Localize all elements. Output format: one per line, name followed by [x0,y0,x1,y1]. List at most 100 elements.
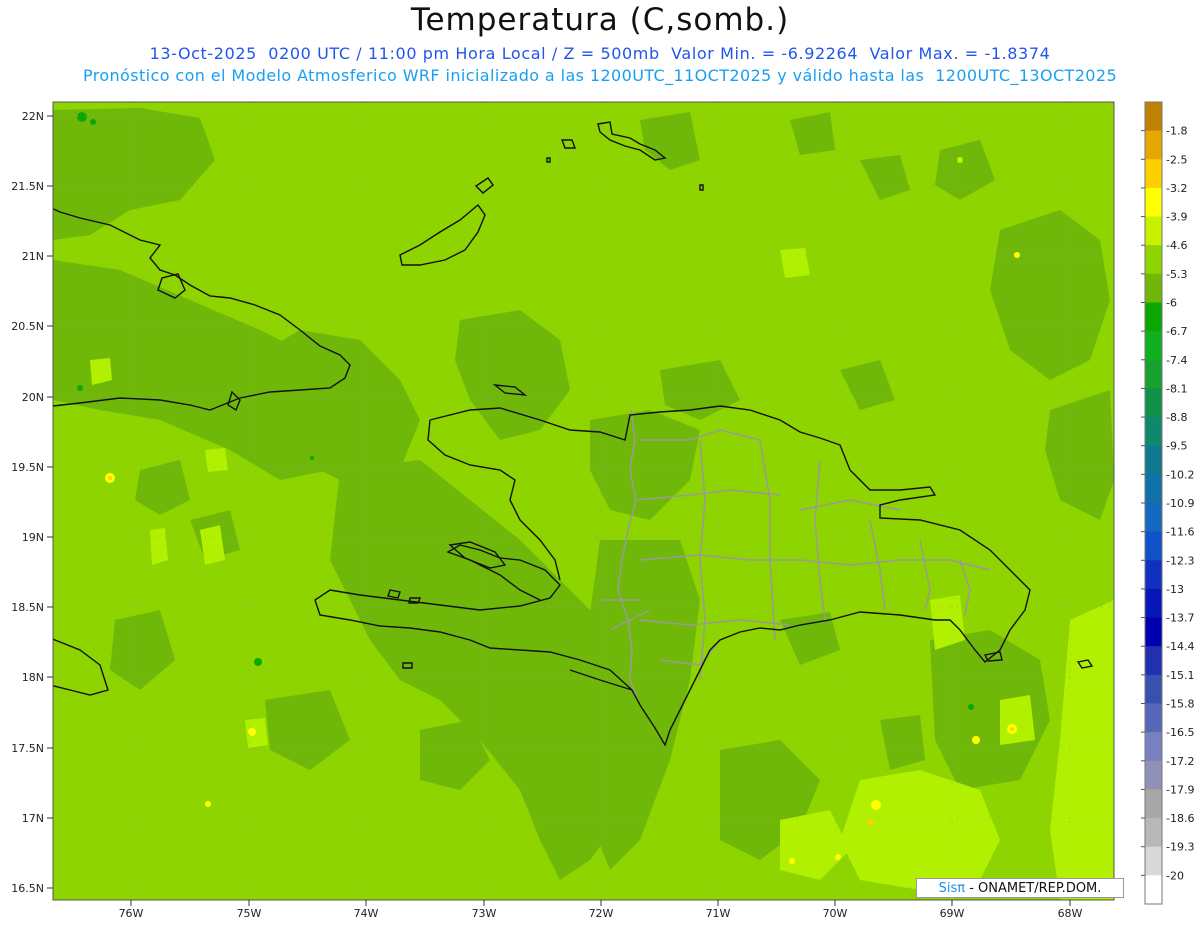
colorbar-label: -10.9 [1166,497,1194,510]
colorbar-label: -5.3 [1166,268,1187,281]
lon-tick: 74W [354,900,379,920]
svg-text:70W: 70W [823,907,848,920]
lon-tick: 69W [940,900,965,920]
credit-text: - ONAMET/REP.DOM. [965,881,1102,896]
lat-tick: 21.5N [11,180,53,193]
colorbar-swatch [1145,588,1162,619]
lat-tick: 20.5N [11,320,53,333]
colorbar-swatch [1145,273,1162,303]
lat-tick: 20N [22,391,53,404]
colorbar-label: -3.2 [1166,182,1187,195]
svg-text:18.5N: 18.5N [11,601,44,614]
lon-tick: 71W [706,900,731,920]
colorbar-label: -12.3 [1166,554,1194,567]
colorbar-swatch [1145,646,1162,676]
svg-text:19N: 19N [22,531,44,544]
colorbar-swatch [1145,216,1162,246]
colorbar-swatch [1145,875,1162,905]
colorbar-swatch [1145,159,1162,189]
lat-tick: 19N [22,531,53,544]
colorbar-label: -17.9 [1166,783,1194,796]
lon-tick: 70W [823,900,848,920]
lon-axis: 76W 75W 74W 73W 72W 71W 70W 69W 68W [119,900,1083,920]
colorbar-label: -6 [1166,297,1177,310]
lon-tick: 75W [237,900,262,920]
lat-tick: 18N [22,671,53,684]
colorbar-swatch [1145,818,1162,848]
colorbar-swatch [1145,331,1162,361]
lat-tick: 22N [22,110,53,123]
svg-text:71W: 71W [706,907,731,920]
svg-text:20N: 20N [22,391,44,404]
colorbar-swatch [1145,760,1162,790]
lon-tick: 73W [472,900,497,920]
colorbar-label: -10.2 [1166,468,1194,481]
svg-text:21.5N: 21.5N [11,180,44,193]
colorbar-label: -1.8 [1166,125,1187,138]
colorbar-swatch [1145,417,1162,447]
colorbar-swatch [1145,789,1162,819]
colorbar: -1.8 -2.5 -3.2 -3.9 -4.6 -5.3 -6 -6.7 -7.4 -8.1 -8… [1141,101,1194,905]
colorbar-label: -8.8 [1166,411,1187,424]
colorbar-label: -6.7 [1166,325,1187,338]
colorbar-swatch [1145,617,1162,647]
colorbar-swatch [1145,474,1162,504]
lat-tick: 21N [22,250,53,263]
colorbar-label: -3.9 [1166,211,1187,224]
colorbar-swatch [1145,503,1162,533]
colorbar-swatch [1145,130,1162,160]
colorbar-label: -9.5 [1166,440,1187,453]
svg-text:69W: 69W [940,907,965,920]
colorbar-label: -13 [1166,583,1184,596]
colorbar-label: -8.1 [1166,382,1187,395]
colorbar-swatch [1145,703,1162,733]
colorbar-swatch [1145,846,1162,876]
colorbar-swatch [1145,359,1162,389]
colorbar-swatch [1145,187,1162,218]
svg-text:68W: 68W [1058,907,1083,920]
colorbar-swatch [1145,302,1162,332]
svg-text:19.5N: 19.5N [11,461,44,474]
colorbar-label: -13.7 [1166,612,1194,625]
colorbar-label: -4.6 [1166,239,1187,252]
svg-text:17N: 17N [22,812,44,825]
credit-label: Sisπ - ONAMET/REP.DOM. [916,878,1124,898]
colorbar-label: -2.5 [1166,153,1187,166]
svg-text:73W: 73W [472,907,497,920]
colorbar-label: -15.8 [1166,698,1194,711]
colorbar-label: -7.4 [1166,354,1187,367]
lon-tick: 72W [589,900,614,920]
colorbar-label: -20 [1166,869,1184,882]
colorbar-swatch [1145,674,1162,704]
colorbar-label: -19.3 [1166,841,1194,854]
colorbar-swatch [1145,102,1162,132]
lon-tick: 76W [119,900,144,920]
svg-text:22N: 22N [22,110,44,123]
colorbar-swatch [1145,388,1162,418]
lon-tick: 68W [1058,900,1083,920]
colorbar-swatch [1145,560,1162,590]
svg-text:17.5N: 17.5N [11,742,44,755]
lat-tick: 16.5N [11,882,53,895]
svg-text:76W: 76W [119,907,144,920]
colorbar-label: -15.1 [1166,669,1194,682]
colorbar-label: -16.5 [1166,726,1194,739]
svg-text:20.5N: 20.5N [11,320,44,333]
lat-tick: 17.5N [11,742,53,755]
colorbar-swatch [1145,531,1162,561]
colorbar-label: -14.4 [1166,640,1194,653]
svg-text:16.5N: 16.5N [11,882,44,895]
svg-text:18N: 18N [22,671,44,684]
colorbar-label: -17.2 [1166,755,1194,768]
lat-tick: 17N [22,812,53,825]
svg-text:72W: 72W [589,907,614,920]
colorbar-swatch [1145,245,1162,275]
colorbar-swatch [1145,445,1162,475]
svg-text:21N: 21N [22,250,44,263]
colorbar-label: -18.6 [1166,812,1194,825]
svg-text:74W: 74W [354,907,379,920]
map-figure: 22N 21.5N 21N 20.5N 20N 19.5N 19N 18.5N … [11,101,1194,920]
lat-tick: 19.5N [11,461,53,474]
colorbar-swatch [1145,732,1162,762]
lat-axis: 22N 21.5N 21N 20.5N 20N 19.5N 19N 18.5N … [11,110,53,895]
